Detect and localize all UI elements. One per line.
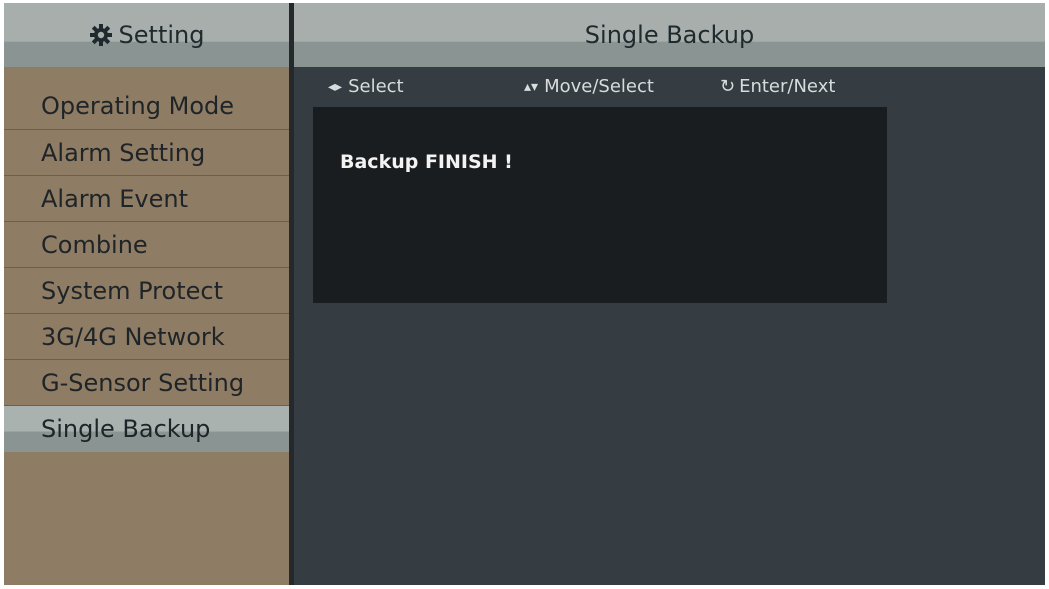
hint-enter: ↻ Enter/Next: [720, 76, 835, 97]
sidebar-title: Setting: [118, 21, 205, 49]
setting-menu: Operating Mode Alarm Setting Alarm Event…: [4, 83, 289, 452]
gear-icon: [89, 23, 113, 47]
hint-enter-label: Enter/Next: [739, 76, 836, 97]
hint-move: ▴▾ Move/Select: [524, 76, 654, 97]
menu-item-operating-mode[interactable]: Operating Mode: [4, 83, 289, 130]
menu-item-single-backup[interactable]: Single Backup: [4, 406, 289, 452]
hint-select: ◂▸ Select: [328, 76, 404, 97]
menu-item-alarm-event[interactable]: Alarm Event: [4, 176, 289, 222]
hint-move-label: Move/Select: [544, 76, 654, 97]
page-title: Single Backup: [294, 3, 1045, 67]
menu-item-combine[interactable]: Combine: [4, 222, 289, 268]
up-down-arrows-icon: ▴▾: [524, 78, 539, 95]
menu-item-g-sensor-setting[interactable]: G-Sensor Setting: [4, 360, 289, 406]
hint-select-label: Select: [348, 76, 404, 97]
left-right-arrows-icon: ◂▸: [328, 78, 343, 95]
panel-divider: [289, 3, 294, 585]
enter-icon: ↻: [720, 76, 736, 97]
status-message: Backup FINISH !: [340, 151, 513, 173]
key-hints: ◂▸ Select ▴▾ Move/Select ↻ Enter/Next: [322, 76, 1042, 102]
message-panel: Backup FINISH !: [313, 107, 887, 303]
menu-item-alarm-setting[interactable]: Alarm Setting: [4, 130, 289, 176]
menu-item-system-protect[interactable]: System Protect: [4, 268, 289, 314]
sidebar-header: Setting: [4, 3, 289, 67]
menu-item-3g4g-network[interactable]: 3G/4G Network: [4, 314, 289, 360]
sidebar: Setting Operating Mode Alarm Setting Ala…: [4, 3, 289, 585]
